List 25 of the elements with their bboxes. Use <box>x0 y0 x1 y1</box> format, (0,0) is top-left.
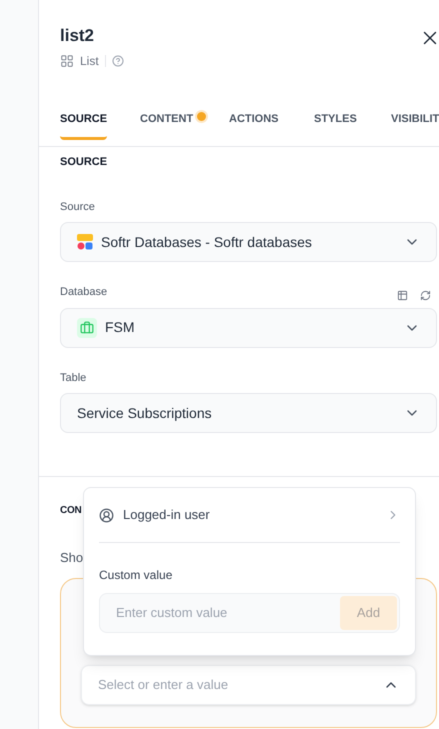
softr-logo-icon <box>77 234 93 250</box>
block-type-label: List <box>80 53 99 70</box>
field-label: Database <box>60 285 108 300</box>
field-label: Table <box>60 370 86 386</box>
tab[interactable]: STYLES <box>314 106 391 146</box>
custom-value-label: Custom value <box>99 567 174 584</box>
tab[interactable]: ACTIONS <box>229 106 314 146</box>
user-icon <box>99 508 114 522</box>
panel-title: list2 <box>60 25 96 47</box>
table-icon[interactable] <box>397 290 408 300</box>
tab[interactable]: VISIBILIT <box>391 106 439 146</box>
tab[interactable]: CONTENT <box>140 106 229 146</box>
description-text: Sho <box>60 549 84 567</box>
select-field[interactable]: Softr Databases - Softr databases <box>60 222 438 262</box>
section-heading: SOURCE <box>60 155 108 170</box>
select-field[interactable]: FSM <box>60 308 438 348</box>
grid-icon <box>60 54 74 68</box>
section-heading: CON <box>60 504 82 518</box>
tab[interactable]: SOURCE <box>60 106 140 146</box>
select-field[interactable]: Service Subscriptions <box>60 393 438 433</box>
field-label: Source <box>60 200 95 214</box>
refresh-icon[interactable] <box>420 290 432 300</box>
help-icon[interactable] <box>112 55 124 67</box>
briefcase-icon <box>77 318 97 338</box>
menu-item[interactable]: Logged-in user <box>99 488 400 543</box>
